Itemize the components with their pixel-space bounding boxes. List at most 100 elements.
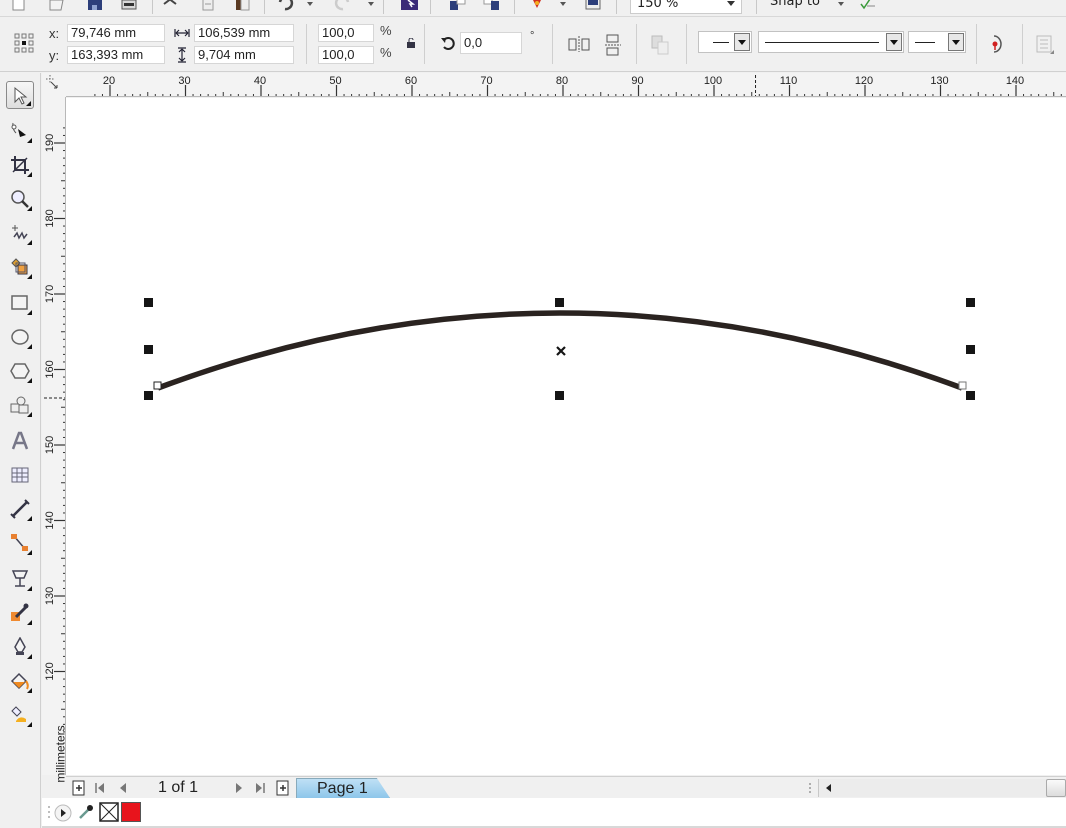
rotation-angle-field[interactable]: 0,0 xyxy=(460,32,522,54)
zoom-level-value: 150 % xyxy=(637,0,679,11)
export-icon[interactable] xyxy=(482,0,500,12)
save-icon[interactable] xyxy=(86,0,104,12)
grip-icon[interactable] xyxy=(46,804,52,820)
selection-handle-top-left[interactable] xyxy=(144,298,153,307)
outline-pen-tool[interactable] xyxy=(6,633,34,661)
page-tab[interactable]: Page 1 xyxy=(296,778,390,798)
horizontal-scrollbar[interactable] xyxy=(809,779,1066,797)
crop-tool[interactable] xyxy=(6,151,34,179)
no-fill-swatch[interactable] xyxy=(99,802,119,822)
first-page-icon[interactable] xyxy=(94,782,106,794)
shape-tool[interactable] xyxy=(6,117,34,145)
ruler-label: 130 xyxy=(44,587,56,605)
start-arrowhead-select[interactable] xyxy=(698,31,752,53)
cut-icon[interactable] xyxy=(162,0,180,12)
selection-handle-top-center[interactable] xyxy=(555,298,564,307)
redo-icon[interactable] xyxy=(334,0,352,12)
zoom-tool[interactable] xyxy=(6,185,34,213)
end-arrowhead-select[interactable] xyxy=(908,31,966,53)
new-document-icon[interactable] xyxy=(10,0,28,12)
basic-shapes-tool[interactable] xyxy=(6,391,34,419)
table-tool[interactable] xyxy=(6,461,34,489)
ellipse-tool[interactable] xyxy=(6,323,34,351)
pick-tool[interactable] xyxy=(6,81,34,109)
selection-handle-bottom-left[interactable] xyxy=(144,391,153,400)
interactive-fill-tool[interactable] xyxy=(6,701,34,729)
mirror-horizontal-icon[interactable] xyxy=(568,35,590,53)
y-position-field[interactable]: 163,393 mm xyxy=(67,46,165,64)
horizontal-ruler[interactable]: 20 30 40 50 60 70 80 90 100 110 120 130 140 xyxy=(42,73,1066,97)
red-color-swatch[interactable] xyxy=(121,802,141,822)
scroll-thumb[interactable] xyxy=(1046,779,1066,797)
lock-ratio-icon[interactable] xyxy=(406,38,416,48)
rectangle-tool[interactable] xyxy=(6,289,34,317)
scale-y-field[interactable]: 100,0 xyxy=(318,46,374,64)
smart-fill-tool[interactable] xyxy=(6,253,34,281)
open-icon[interactable] xyxy=(48,0,66,12)
paste-icon[interactable] xyxy=(234,0,252,12)
undo-icon[interactable] xyxy=(276,0,294,12)
chevron-down-icon xyxy=(948,33,964,51)
splitter-grip-icon[interactable] xyxy=(807,781,813,795)
width-field[interactable]: 106,539 mm xyxy=(194,24,294,42)
add-page-after-icon[interactable] xyxy=(276,780,290,796)
wrap-text-icon[interactable] xyxy=(1034,34,1056,56)
color-eyedropper-tool[interactable] xyxy=(6,599,34,627)
table-icon xyxy=(11,467,29,483)
connector-tool[interactable] xyxy=(6,529,34,557)
parallel-dimension-tool[interactable] xyxy=(6,495,34,523)
page-navigator: 1 of 1 Page 1 xyxy=(66,776,1066,798)
mirror-vertical-icon[interactable] xyxy=(604,34,622,56)
next-page-icon[interactable] xyxy=(234,782,244,794)
ruler-label: 20 xyxy=(103,75,115,87)
close-curve-icon[interactable] xyxy=(990,34,1006,56)
ruler-label: 60 xyxy=(405,75,417,87)
ruler-origin[interactable] xyxy=(42,73,66,97)
drawing-canvas[interactable] xyxy=(66,98,1066,775)
ruler-label: 140 xyxy=(44,511,56,529)
ruler-label: 180 xyxy=(44,209,56,227)
palette-flyout-icon[interactable] xyxy=(54,804,72,822)
text-tool[interactable] xyxy=(6,427,34,455)
snap-to-dropdown-icon[interactable] xyxy=(838,2,844,6)
zoom-level-select[interactable]: 150 % xyxy=(630,0,742,14)
selection-handle-middle-left[interactable] xyxy=(144,345,153,354)
blend-tool[interactable] xyxy=(6,565,34,593)
vertical-ruler[interactable]: 190 180 170 160 150 140 130 120 xyxy=(42,97,66,775)
freehand-tool[interactable] xyxy=(6,219,34,247)
add-page-before-icon[interactable] xyxy=(72,780,86,796)
selection-handle-middle-right[interactable] xyxy=(966,345,975,354)
last-page-icon[interactable] xyxy=(254,782,266,794)
convert-to-curves-icon[interactable] xyxy=(650,34,672,56)
y-label: y: xyxy=(49,48,60,63)
search-content-icon[interactable] xyxy=(400,0,418,12)
reference-point-icon[interactable] xyxy=(14,33,36,55)
center-of-rotation-marker[interactable] xyxy=(556,346,566,356)
copy-icon[interactable] xyxy=(198,0,216,12)
eyedropper-icon[interactable] xyxy=(77,803,95,821)
line-style-select[interactable] xyxy=(758,31,904,53)
application-launcher-icon[interactable] xyxy=(584,0,602,12)
previous-page-icon[interactable] xyxy=(118,782,128,794)
text-a-icon xyxy=(11,431,29,450)
polygon-tool[interactable] xyxy=(6,357,34,385)
end-node[interactable] xyxy=(958,381,967,390)
print-icon[interactable] xyxy=(120,0,138,12)
selection-handle-bottom-right[interactable] xyxy=(966,391,975,400)
fill-tool[interactable] xyxy=(6,667,34,695)
selection-handle-top-right[interactable] xyxy=(966,298,975,307)
publish-pdf-icon[interactable] xyxy=(528,0,546,12)
scale-y-unit: % xyxy=(380,45,392,60)
height-icon xyxy=(178,47,186,63)
start-node[interactable] xyxy=(153,381,162,390)
ruler-unit-label-wrap: millimeters xyxy=(46,725,68,782)
scroll-left-icon[interactable] xyxy=(825,783,833,793)
x-position-field[interactable]: 79,746 mm xyxy=(67,24,165,42)
import-icon[interactable] xyxy=(448,0,466,12)
options-icon[interactable] xyxy=(858,0,876,12)
height-field[interactable]: 9,704 mm xyxy=(194,46,294,64)
selection-handle-bottom-center[interactable] xyxy=(555,391,564,400)
scale-x-field[interactable]: 100,0 xyxy=(318,24,374,42)
page-counter: 1 of 1 xyxy=(158,779,199,796)
snap-to-menu[interactable]: Snap to xyxy=(770,0,820,11)
